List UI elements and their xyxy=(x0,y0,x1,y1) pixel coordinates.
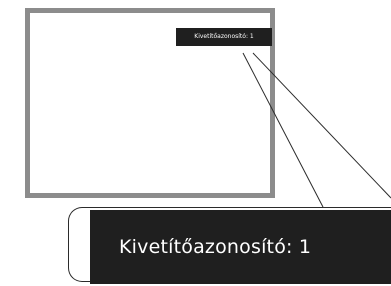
projector-id-badge-large: Kivetítőazonosító: 1 xyxy=(90,210,391,284)
illustration-stage: Kivetítőazonosító: 1 Kivetítőazonosító: … xyxy=(0,0,391,286)
projector-id-badge-small: Kivetítőazonosító: 1 xyxy=(176,28,272,46)
